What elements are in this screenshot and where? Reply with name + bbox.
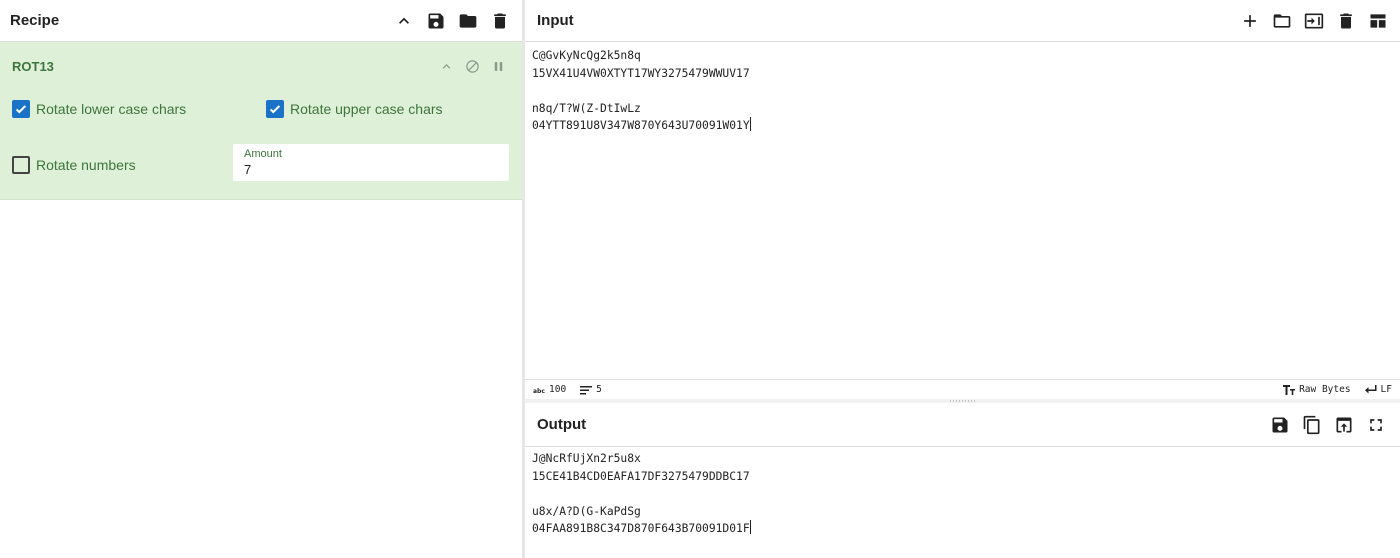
output-line: 04FAA891B8C347D870F643B70091D01F (532, 520, 1393, 538)
input-line (532, 82, 1393, 100)
abc-icon: abc (533, 388, 545, 395)
rotate-numbers-option[interactable]: Rotate numbers (12, 156, 136, 174)
text-format-icon (1283, 384, 1296, 395)
rotate-upper-label: Rotate upper case chars (290, 101, 443, 117)
length-value: 100 (549, 384, 567, 395)
input-line: 04YTT891U8V347W870Y643U70091W01Y (532, 117, 1393, 135)
output-header: Output (525, 403, 1400, 447)
output-line: J@NcRfUjXn2r5u8x (532, 452, 641, 465)
amount-input[interactable]: 7 (244, 162, 498, 178)
output-header-wrap: Output (525, 403, 1400, 447)
input-line: n8q/T?W(Z-DtIwLz (532, 101, 641, 115)
amount-field[interactable]: Amount 7 (233, 144, 509, 181)
rotate-upper-option[interactable]: Rotate upper case chars (266, 100, 443, 118)
disable-icon[interactable] (464, 58, 480, 74)
output-line: 15CE41B4CD0EAFA17DF3275479DDBC17 (532, 469, 750, 483)
rotate-lower-label: Rotate lower case chars (36, 101, 187, 117)
input-line: C@GvKyNcQg2k5n8q (532, 49, 641, 62)
input-status-bar: abc 100 5 Raw Bytes LF (525, 379, 1400, 399)
encoding-selector[interactable]: Raw Bytes (1283, 384, 1351, 395)
output-line: u8x/A?D(G-KaPdSg (532, 504, 641, 518)
open-file-icon[interactable] (1302, 9, 1326, 33)
copy-icon[interactable] (1300, 413, 1324, 437)
input-text-area[interactable]: C@GvKyNcQg2k5n8q 15VX41U4VW0XTYT17WY3275… (525, 42, 1400, 379)
open-folder-icon[interactable] (1270, 9, 1294, 33)
input-toolbar (1238, 9, 1390, 33)
status-left: abc 100 5 (533, 384, 602, 395)
recipe-header: Recipe (0, 0, 522, 42)
svg-text:abc: abc (533, 388, 545, 395)
length-indicator: abc 100 (533, 384, 566, 395)
pause-icon[interactable] (490, 58, 506, 74)
rotate-numbers-checkbox[interactable] (12, 156, 30, 174)
layout-icon[interactable] (1366, 9, 1390, 33)
recipe-toolbar (392, 9, 512, 33)
operation-name: ROT13 (12, 58, 54, 74)
recipe-title: Recipe (10, 12, 60, 29)
io-pane: Input C@GvKyNcQg2k5n8q 15VX41U4VW0XTYT17… (525, 0, 1400, 558)
trash-icon[interactable] (488, 9, 512, 33)
output-text-area[interactable]: J@NcRfUjXn2r5u8x 15CE41B4CD0EAFA17DF3275… (525, 447, 1400, 558)
operation-controls (438, 58, 506, 74)
lines-value: 5 (596, 384, 602, 395)
input-header: Input (525, 0, 1400, 42)
save-output-icon[interactable] (1268, 413, 1292, 437)
lines-indicator: 5 (580, 384, 602, 395)
output-title: Output (537, 416, 587, 433)
lines-icon (580, 385, 593, 394)
chevron-up-icon[interactable] (392, 9, 416, 33)
status-right: Raw Bytes LF (1283, 384, 1392, 395)
operation-card-rot13: ROT13 Rotate lower case chars Rotate upp… (0, 42, 522, 200)
eol-selector[interactable]: LF (1364, 384, 1392, 395)
grip-icon (949, 400, 977, 402)
recipe-pane: Recipe ROT13 Rotate lower case chars Rot… (0, 0, 522, 558)
return-icon (1364, 384, 1377, 393)
amount-label: Amount (244, 148, 282, 160)
rotate-upper-checkbox[interactable] (266, 100, 284, 118)
maximize-icon[interactable] (1364, 413, 1388, 437)
folder-icon[interactable] (456, 9, 480, 33)
clear-input-icon[interactable] (1334, 9, 1358, 33)
rotate-lower-checkbox[interactable] (12, 100, 30, 118)
replace-input-icon[interactable] (1332, 413, 1356, 437)
eol-value: LF (1380, 384, 1392, 395)
save-icon[interactable] (424, 9, 448, 33)
operation-title-row: ROT13 (12, 56, 506, 76)
rotate-lower-option[interactable]: Rotate lower case chars (12, 100, 186, 118)
input-title: Input (537, 12, 574, 29)
collapse-icon[interactable] (438, 58, 454, 74)
rotate-numbers-label: Rotate numbers (36, 157, 136, 173)
input-line: 15VX41U4VW0XTYT17WY3275479WWUV17 (532, 66, 750, 80)
encoding-value: Raw Bytes (1299, 384, 1351, 395)
output-toolbar (1268, 413, 1388, 437)
add-tab-icon[interactable] (1238, 9, 1262, 33)
